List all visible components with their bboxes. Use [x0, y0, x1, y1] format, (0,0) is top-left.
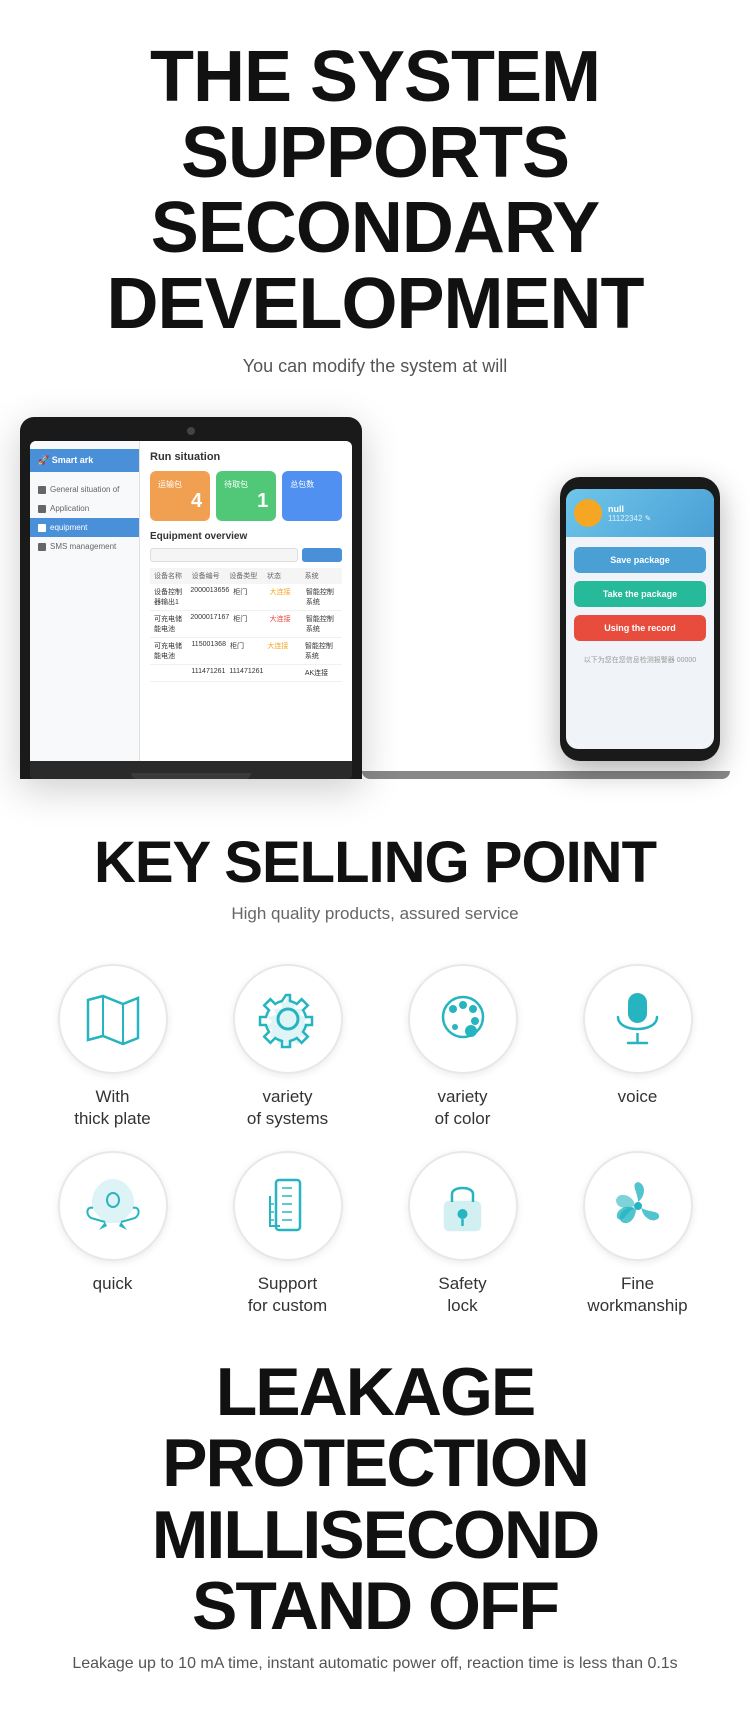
laptop-stand	[362, 771, 730, 779]
app-sidebar: 🚀 Smart ark General situation of Applica…	[30, 441, 140, 761]
feature-label-lock: Safetylock	[438, 1273, 486, 1317]
stat-card-blue: 总包数	[282, 471, 342, 521]
sidebar-item-application: Application	[30, 499, 139, 518]
map-icon	[83, 992, 143, 1047]
gear-icon	[258, 989, 318, 1049]
equipment-overview-title: Equipment overview	[150, 531, 342, 542]
features-grid: Withthick plate varietyof systems	[0, 934, 750, 1326]
table-row: 可充电储能电池 2000017167 柜门 大连接 智能控制系统	[150, 611, 342, 638]
stat-card-green: 待取包 1	[216, 471, 276, 521]
feature-item-thick-plate: Withthick plate	[30, 964, 195, 1130]
feature-item-lock: Safetylock	[380, 1151, 545, 1317]
sidebar-icon-sms	[38, 543, 46, 551]
hero-subtitle: You can modify the system at will	[30, 356, 720, 377]
feature-icon-circle-ruler	[233, 1151, 343, 1261]
feature-item-custom: Supportfor custom	[205, 1151, 370, 1317]
palette-icon	[433, 989, 493, 1049]
laptop-camera	[187, 427, 195, 435]
phone-record-btn[interactable]: Using the record	[574, 615, 706, 641]
sidebar-icon-general	[38, 486, 46, 494]
phone-buttons: Save package Take the package Using the …	[566, 537, 714, 651]
feature-item-systems: varietyof systems	[205, 964, 370, 1130]
feature-icon-circle-lock	[408, 1151, 518, 1261]
fan-icon	[608, 1176, 668, 1236]
sidebar-item-sms: SMS management	[30, 537, 139, 556]
screen-inner: 🚀 Smart ark General situation of Applica…	[30, 441, 352, 761]
table-row: 设备控制器输出1 2000013656 柜门 大连接 智能控制系统	[150, 584, 342, 611]
phone-mockup: null 11122342 ✎ Save package Take the pa…	[560, 477, 720, 761]
search-bar	[150, 548, 342, 562]
feature-icon-circle-palette	[408, 964, 518, 1074]
search-input-mock[interactable]	[150, 548, 298, 562]
feature-label-quick: quick	[93, 1273, 133, 1295]
table-row: 可充电储能电池 115001368 柜门 大连接 智能控制系统	[150, 638, 342, 665]
phone-userid: 11122342 ✎	[608, 514, 651, 523]
feature-icon-circle-gear	[233, 964, 343, 1074]
feature-label-voice: voice	[618, 1086, 658, 1108]
col-name: 设备名称	[154, 571, 188, 581]
table-row: 111471261 111471261 AK连接	[150, 665, 342, 682]
sidebar-icon-equipment	[38, 524, 46, 532]
selling-subtitle: High quality products, assured service	[20, 904, 730, 924]
phone-username: null	[608, 504, 651, 514]
phone-footer: 以下为您在您信息检测报警器 00000	[566, 651, 714, 669]
rocket-icon	[83, 1176, 143, 1236]
feature-icon-circle-rocket	[58, 1151, 168, 1261]
selling-title: KEY SELLING POINT	[20, 829, 730, 896]
phone-user-info: null 11122342 ✎	[608, 504, 651, 523]
stat-num-1: 4	[158, 490, 202, 513]
col-type: 设备类型	[229, 571, 263, 581]
phone-header: null 11122342 ✎	[566, 489, 714, 537]
feature-icon-circle-fan	[583, 1151, 693, 1261]
feature-icon-circle-map	[58, 964, 168, 1074]
feature-label-custom: Supportfor custom	[248, 1273, 327, 1317]
sidebar-icon-application	[38, 505, 46, 513]
feature-label-color: varietyof color	[435, 1086, 491, 1130]
col-id: 设备编号	[192, 571, 226, 581]
stat-num-2: 1	[224, 490, 268, 513]
mic-icon	[610, 989, 665, 1049]
leakage-section: LEAKAGE PROTECTIONMILLISECONDSTAND OFF L…	[0, 1327, 750, 1697]
phone-avatar	[574, 499, 602, 527]
sidebar-item-general: General situation of	[30, 480, 139, 499]
col-sys: 系统	[305, 571, 339, 581]
lock-icon	[435, 1176, 490, 1236]
sidebar-logo: 🚀 Smart ark	[30, 449, 139, 472]
feature-item-color: varietyof color	[380, 964, 545, 1130]
leakage-title: LEAKAGE PROTECTIONMILLISECONDSTAND OFF	[20, 1357, 730, 1643]
main-content: Run situation 运输包 4 待取包 1 总包数	[140, 441, 352, 761]
stat-cards: 运输包 4 待取包 1 总包数	[150, 471, 342, 521]
feature-label-thick-plate: Withthick plate	[74, 1086, 151, 1130]
feature-label-systems: varietyof systems	[247, 1086, 328, 1130]
sidebar-item-equipment[interactable]: equipment	[30, 518, 139, 537]
feature-item-quick: quick	[30, 1151, 195, 1317]
laptop-mockup: 🚀 Smart ark General situation of Applica…	[20, 417, 362, 779]
phone-take-btn[interactable]: Take the package	[574, 581, 706, 607]
feature-item-voice: voice	[555, 964, 720, 1130]
laptop-screen: 🚀 Smart ark General situation of Applica…	[30, 441, 352, 761]
feature-icon-circle-mic	[583, 964, 693, 1074]
laptop-base	[30, 761, 352, 779]
leakage-subtitle: Leakage up to 10 mA time, instant automa…	[20, 1652, 730, 1676]
col-status: 状态	[267, 571, 301, 581]
hero-title: THE SYSTEM SUPPORTS SECONDARY DEVELOPMEN…	[30, 40, 720, 342]
device-container: 🚀 Smart ark General situation of Applica…	[0, 397, 750, 779]
feature-label-workmanship: Fineworkmanship	[587, 1273, 687, 1317]
phone-save-btn[interactable]: Save package	[574, 547, 706, 573]
run-title: Run situation	[150, 451, 342, 463]
hero-section: THE SYSTEM SUPPORTS SECONDARY DEVELOPMEN…	[0, 0, 750, 397]
table-header: 设备名称 设备编号 设备类型 状态 系统	[150, 568, 342, 584]
ruler-icon	[260, 1176, 315, 1236]
phone-screen: null 11122342 ✎ Save package Take the pa…	[566, 489, 714, 749]
selling-section: KEY SELLING POINT High quality products,…	[0, 779, 750, 934]
search-btn-mock[interactable]	[302, 548, 342, 562]
feature-item-workmanship: Fineworkmanship	[555, 1151, 720, 1317]
stat-card-orange: 运输包 4	[150, 471, 210, 521]
